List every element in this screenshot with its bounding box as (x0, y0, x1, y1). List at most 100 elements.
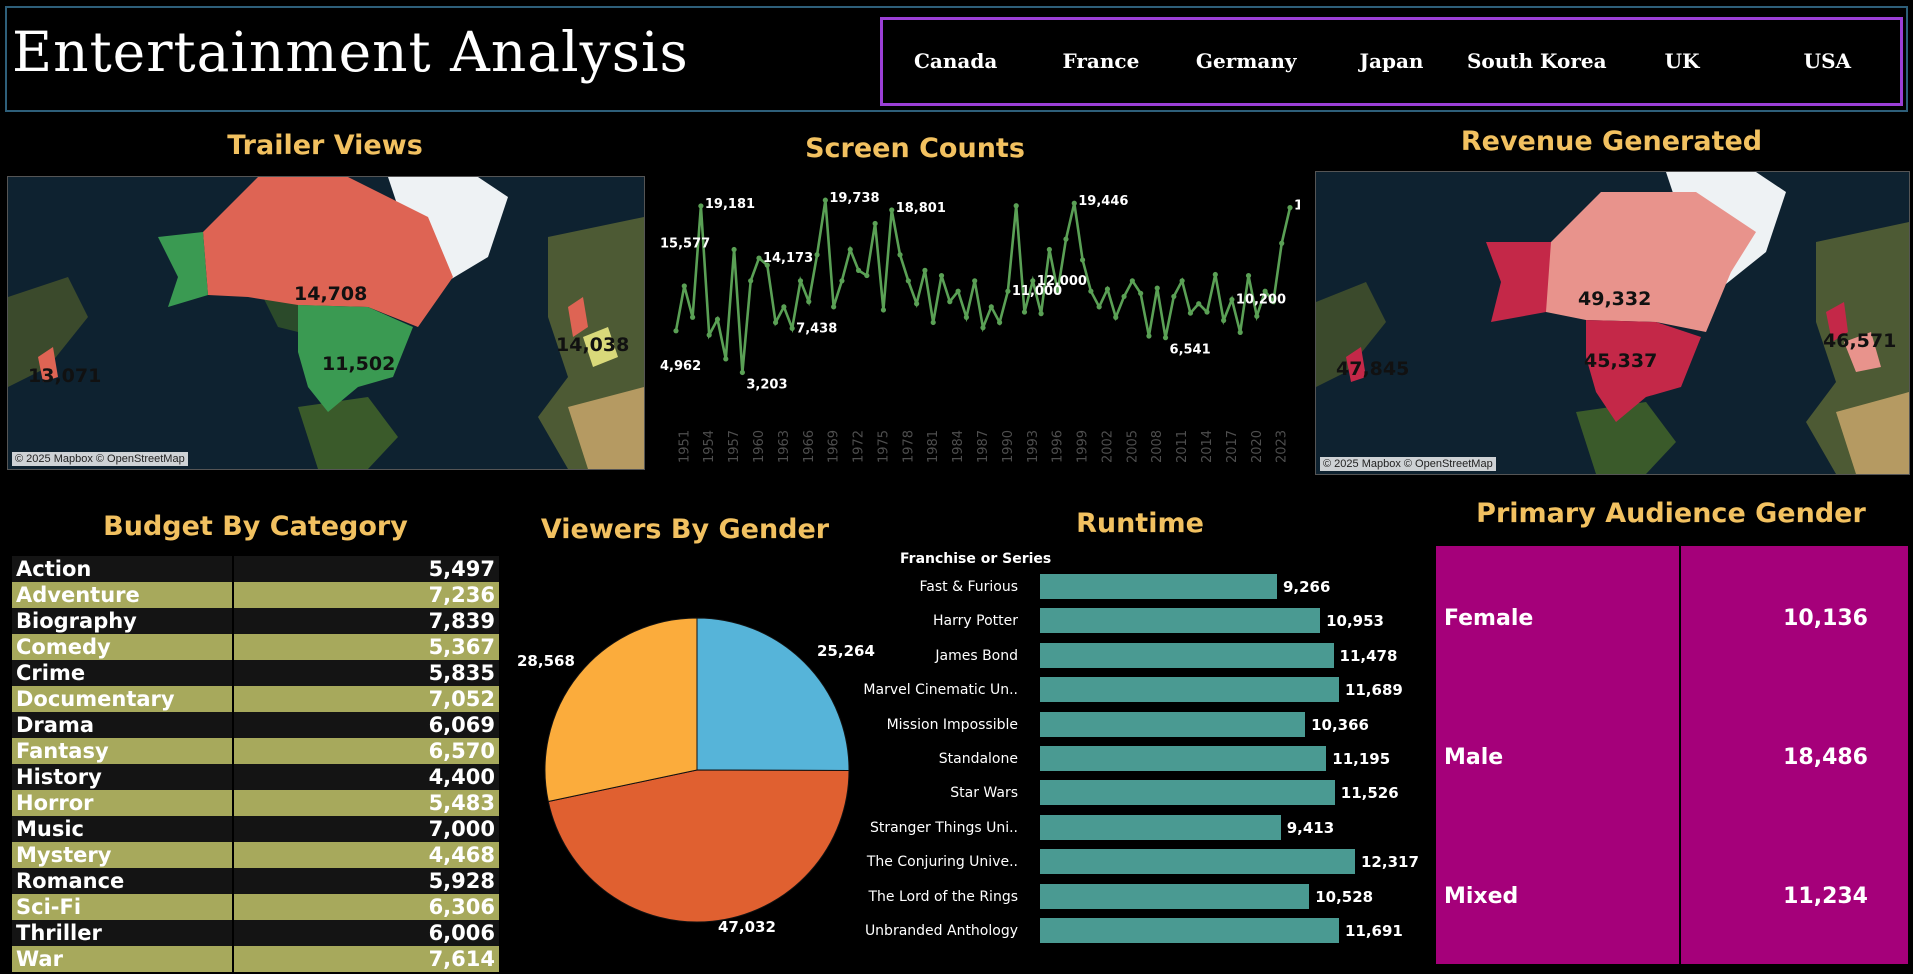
screen-counts-point (914, 301, 920, 307)
screen-counts-point (781, 304, 787, 310)
budget-row[interactable]: Fantasy 6,570 (12, 738, 499, 764)
runtime-bar[interactable] (1040, 883, 1310, 909)
screen-counts-point (1079, 257, 1086, 263)
country-button-south-korea[interactable]: South Korea (1464, 49, 1609, 74)
screen-counts-data-label: 6,541 (1170, 343, 1211, 358)
country-button-canada[interactable]: Canada (883, 49, 1028, 74)
audience-value-male: 18,486 (1783, 745, 1868, 770)
screen-counts-point (681, 283, 687, 289)
budget-value: 6,570 (233, 738, 499, 764)
country-button-uk[interactable]: UK (1609, 49, 1754, 74)
budget-row[interactable]: Horror 5,483 (12, 790, 499, 816)
runtime-bar[interactable] (1040, 711, 1306, 737)
budget-value: 5,483 (233, 790, 499, 816)
country-button-japan[interactable]: Japan (1319, 49, 1464, 74)
runtime-value-label: 11,526 (1340, 784, 1399, 803)
screen-counts-point (1104, 286, 1111, 292)
budget-row[interactable]: Biography 7,839 (12, 608, 499, 634)
screen-counts-data-label: 18,801 (896, 201, 946, 216)
revenue-label-europe: 46,571 (1823, 330, 1897, 352)
runtime-bar[interactable] (1040, 574, 1277, 599)
runtime-value-label: 11,689 (1344, 681, 1403, 700)
country-button-germany[interactable]: Germany (1174, 49, 1319, 74)
screen-counts-point (963, 314, 970, 320)
budget-category: Drama (12, 712, 234, 738)
runtime-bar[interactable] (1040, 746, 1327, 771)
screen-counts-point (1154, 285, 1160, 291)
screen-counts-point (889, 207, 895, 213)
viewers-gender-slice (544, 617, 698, 803)
screen-counts-point (839, 278, 845, 284)
screen-counts-point (789, 325, 795, 331)
budget-row[interactable]: History 4,400 (12, 764, 499, 790)
trailer-views-map[interactable]: 14,708 11,502 14,038 13,071 © 2025 Mapbo… (7, 176, 645, 470)
budget-row[interactable]: Action 5,497 (12, 556, 499, 582)
viewers-gender-slice-label: 47,032 (718, 918, 776, 936)
screen-counts-chart[interactable]: 19,1813,20314,1737,43819,73818,80111,000… (660, 175, 1300, 475)
budget-category: Comedy (12, 634, 234, 660)
screen-counts-point (880, 307, 887, 313)
runtime-bar[interactable] (1040, 642, 1334, 668)
screen-counts-data-label: 3,203 (746, 377, 787, 392)
runtime-category-label: The Lord of the Rings (868, 888, 1019, 905)
screen-counts-point (689, 314, 696, 320)
budget-row[interactable]: Comedy 5,367 (12, 634, 499, 660)
budget-row[interactable]: Adventure 7,236 (12, 582, 499, 608)
country-button-usa[interactable]: USA (1755, 49, 1900, 74)
screen-counts-point (1212, 271, 1218, 278)
budget-row[interactable]: Sci-Fi 6,306 (12, 894, 499, 920)
budget-row[interactable]: Mystery 4,468 (12, 842, 499, 868)
budget-value: 4,400 (233, 764, 499, 790)
screen-counts-x-tick-label: 2008 (1150, 430, 1165, 463)
screen-counts-x-tick-label: 1996 (1051, 430, 1066, 463)
budget-title: Budget By Category (103, 511, 408, 542)
budget-row[interactable]: Documentary 7,052 (12, 686, 499, 712)
audience-category-female: Female (1444, 606, 1534, 631)
runtime-bar[interactable] (1040, 780, 1335, 806)
screen-counts-point (1171, 293, 1177, 300)
screen-counts-point (1229, 296, 1235, 303)
runtime-value-label: 11,478 (1339, 646, 1398, 665)
budget-category: Crime (12, 660, 234, 686)
budget-value: 7,614 (233, 946, 499, 972)
runtime-value-label: 11,195 (1332, 750, 1391, 768)
budget-category: Biography (12, 608, 234, 634)
runtime-value-label: 10,528 (1315, 887, 1374, 906)
screen-counts-point (1162, 335, 1169, 341)
screen-counts-x-tick-label: 2014 (1200, 430, 1215, 463)
runtime-bar[interactable] (1040, 608, 1321, 634)
budget-row[interactable]: Drama 6,069 (12, 712, 499, 738)
runtime-bar[interactable] (1040, 677, 1339, 703)
budget-row[interactable]: Crime 5,835 (12, 660, 499, 686)
budget-row[interactable]: Thriller 6,006 (12, 920, 499, 946)
trailer-views-label-usa: 11,502 (322, 353, 396, 375)
screen-counts-point (1129, 278, 1135, 284)
screen-counts-point (1279, 240, 1285, 246)
screen-counts-point (864, 272, 870, 279)
audience-title: Primary Audience Gender (1476, 498, 1866, 529)
viewers-gender-slice-label: 28,568 (517, 652, 575, 670)
screen-counts-x-tick-label: 2023 (1275, 430, 1290, 463)
runtime-bar[interactable] (1040, 849, 1355, 875)
budget-category: War (12, 946, 234, 972)
budget-value: 4,468 (233, 842, 499, 868)
runtime-axis-header: Franchise or Series (900, 551, 1052, 567)
dashboard-title: Entertainment Analysis (12, 20, 689, 84)
revenue-label-canada: 49,332 (1578, 288, 1652, 310)
screen-counts-x-tick-label: 1966 (802, 430, 817, 463)
budget-row[interactable]: War 7,614 (12, 946, 499, 972)
revenue-map[interactable]: 49,332 45,337 46,571 47,845 © 2025 Mapbo… (1315, 171, 1910, 475)
screen-counts-point (1030, 278, 1036, 284)
screen-counts-x-tick-label: 2020 (1250, 430, 1265, 463)
budget-row[interactable]: Music 7,000 (12, 816, 499, 842)
budget-value: 5,497 (233, 556, 499, 582)
runtime-bar[interactable] (1040, 814, 1281, 840)
screen-counts-point (1204, 309, 1210, 315)
runtime-bar[interactable] (1040, 918, 1339, 943)
runtime-chart[interactable]: Fast & Furious 9,266 Harry Potter 10,953 Jam… (800, 571, 1419, 951)
screen-counts-point (1063, 236, 1069, 242)
budget-row[interactable]: Romance 5,928 (12, 868, 499, 894)
country-button-france[interactable]: France (1028, 49, 1173, 74)
budget-value: 7,236 (233, 582, 499, 608)
screen-counts-x-tick-label: 1999 (1076, 430, 1091, 463)
